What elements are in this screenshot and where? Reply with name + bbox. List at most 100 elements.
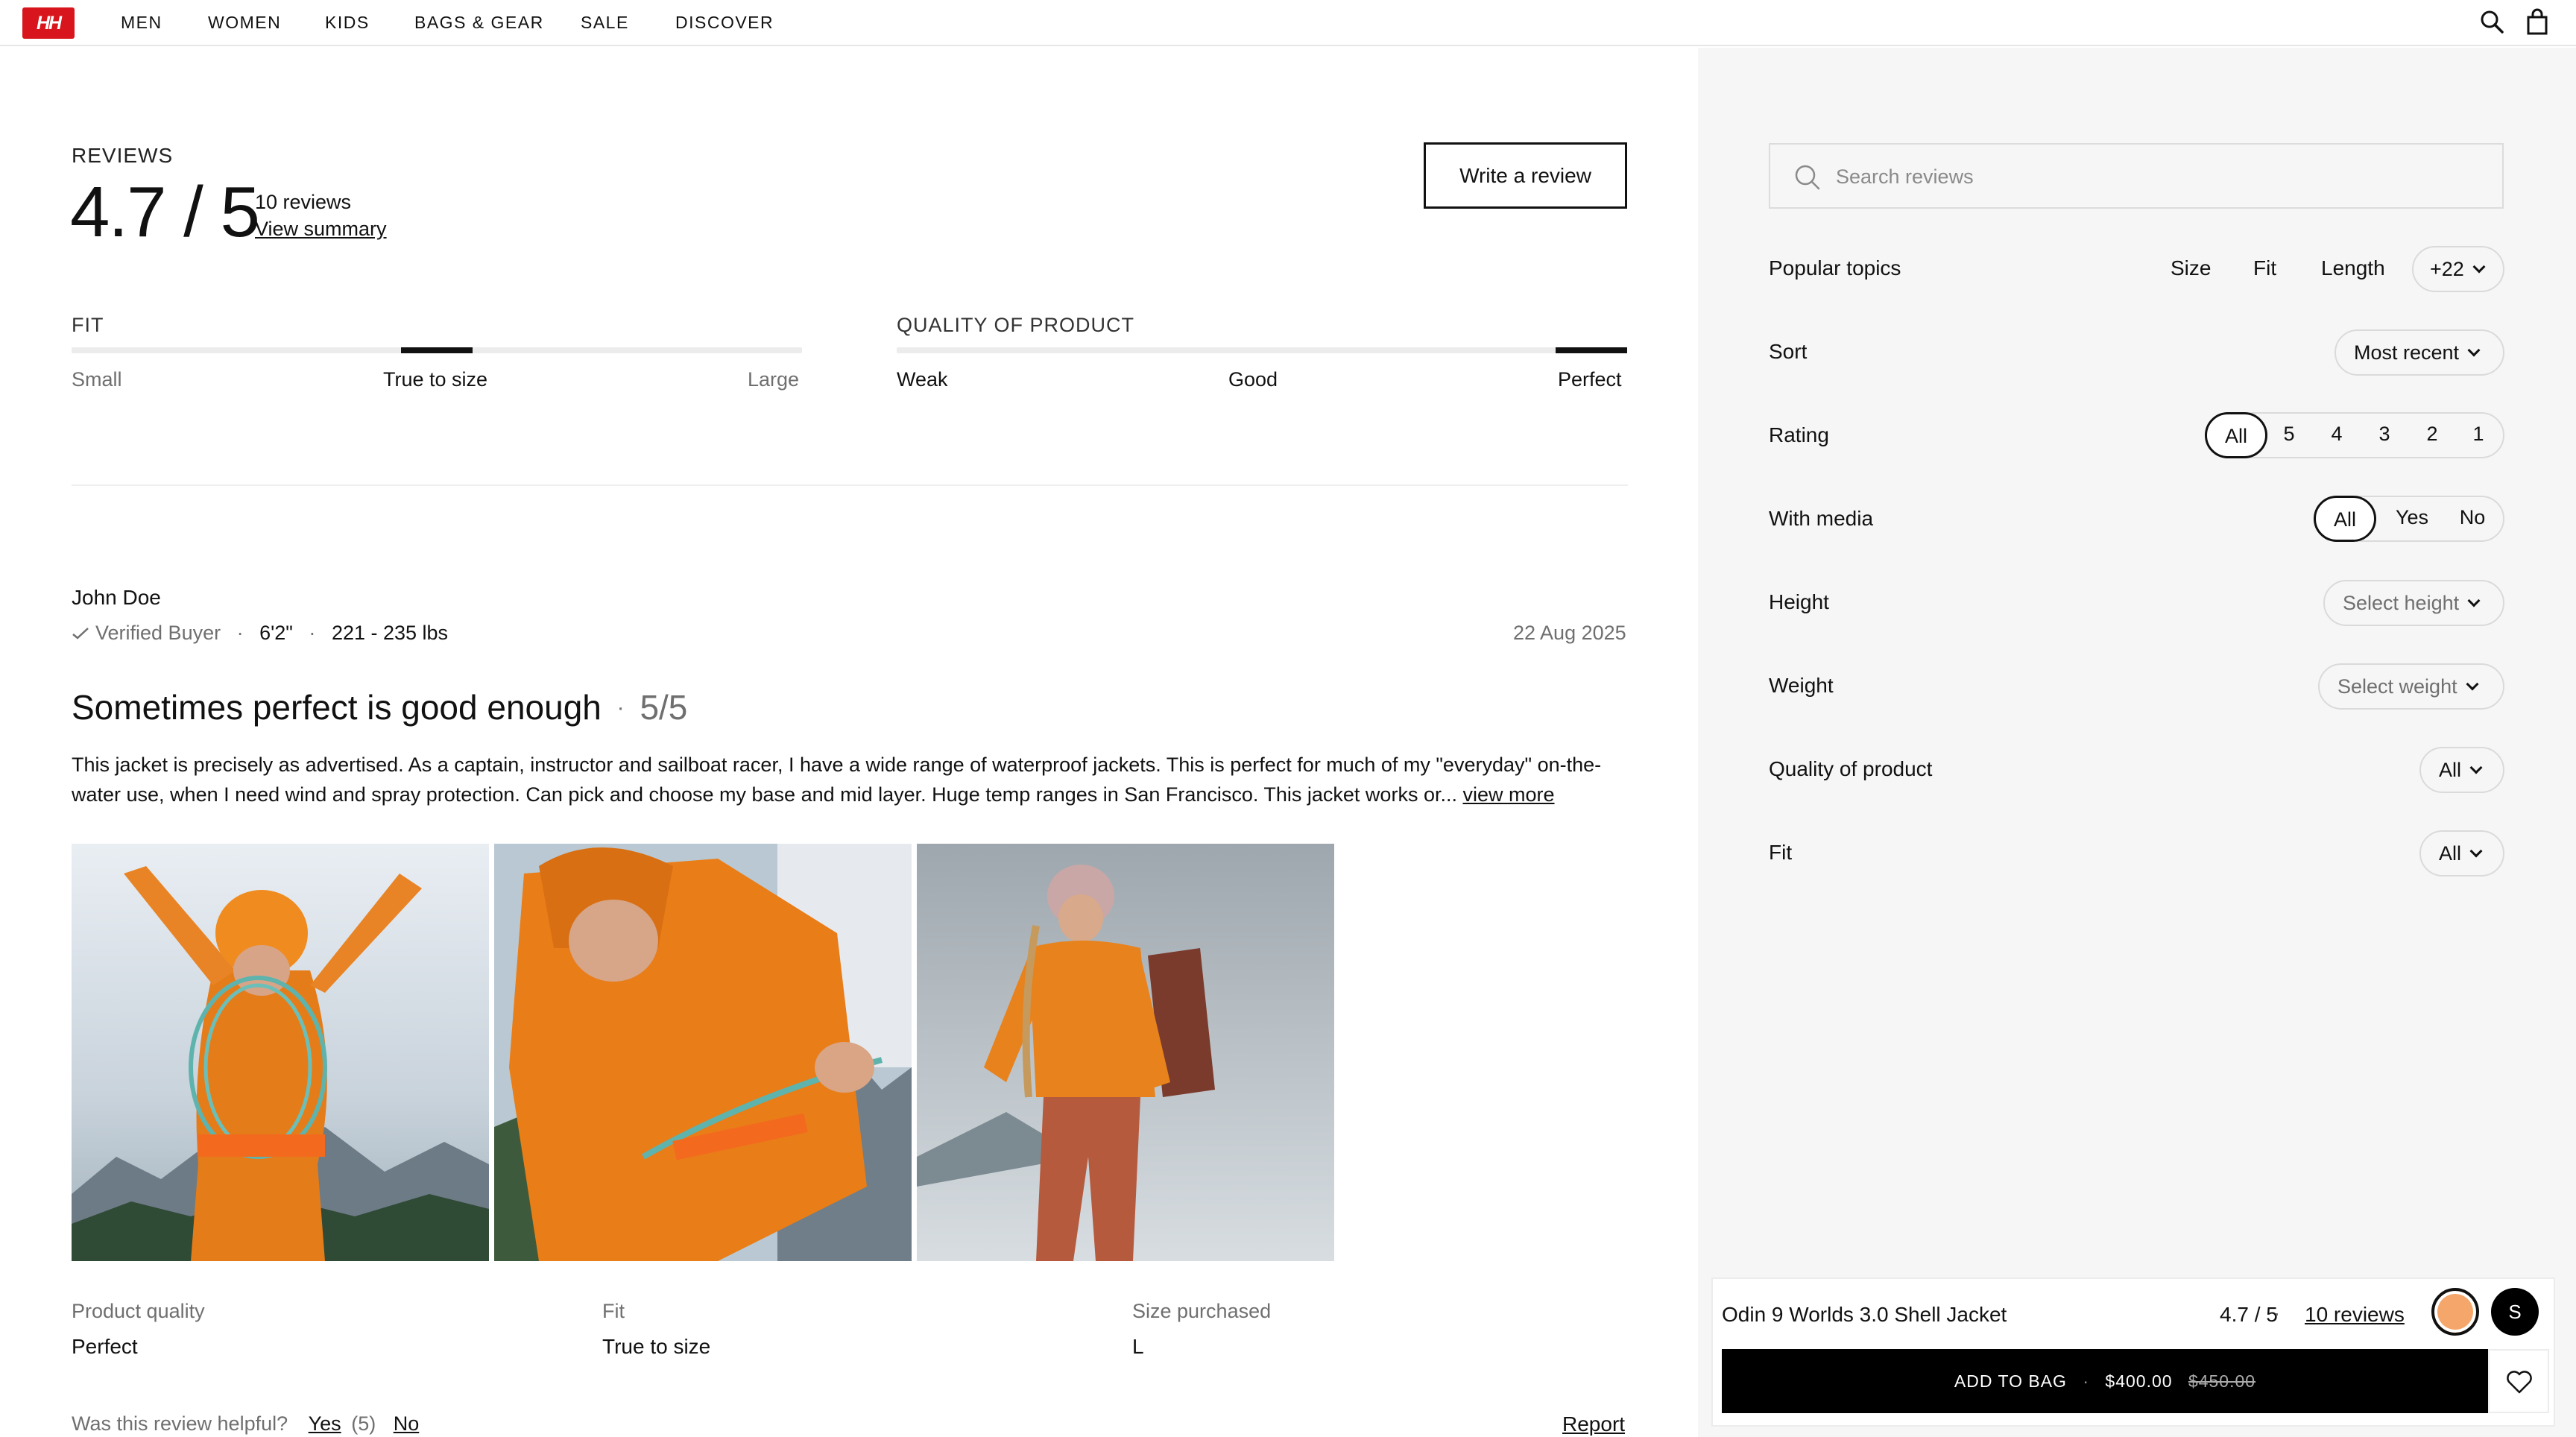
detail-value-fit: True to size — [602, 1335, 711, 1358]
topic-size[interactable]: Size — [2171, 256, 2211, 280]
sticky-rating: 4.7 / 5 — [2220, 1303, 2278, 1326]
search-icon[interactable] — [2478, 7, 2507, 37]
fit-filter-label: Fit — [1769, 841, 1793, 864]
nav-kids[interactable]: KIDS — [325, 12, 370, 33]
add-to-bag-label: ADD TO BAG — [1954, 1371, 2067, 1391]
nav-men[interactable]: MEN — [121, 12, 162, 33]
brand-logo[interactable]: HH — [22, 7, 75, 39]
search-icon — [1795, 165, 1820, 190]
weight-placeholder: Select weight — [2337, 675, 2457, 698]
review-text: This jacket is precisely as advertised. … — [72, 754, 1602, 806]
add-to-bag-button[interactable]: ADD TO BAG · $400.00 $450.00 — [1722, 1349, 2488, 1413]
reviewer-weight: 221 - 235 lbs — [331, 622, 449, 644]
rating-option-5[interactable]: 5 — [2270, 412, 2308, 458]
fit-meter-track — [72, 347, 802, 353]
review-body: This jacket is precisely as advertised. … — [72, 750, 1631, 809]
more-topics-dropdown[interactable]: +22 — [2412, 246, 2504, 292]
review-photo-1[interactable] — [72, 844, 489, 1261]
reviewer-meta: Verified Buyer · 6'2" · 221 - 235 lbs — [72, 622, 448, 645]
view-more-link[interactable]: view more — [1462, 783, 1554, 806]
review-title: Sometimes perfect is good enough — [72, 688, 602, 727]
nav-women[interactable]: WOMEN — [208, 12, 281, 33]
wishlist-button[interactable] — [2488, 1349, 2549, 1413]
fit-filter-dropdown[interactable]: All — [2419, 830, 2504, 877]
weight-dropdown[interactable]: Select weight — [2318, 663, 2504, 710]
verified-buyer-label: Verified Buyer — [95, 622, 221, 644]
rating-option-4[interactable]: 4 — [2318, 412, 2355, 458]
nav-sale[interactable]: SALE — [581, 12, 629, 33]
detail-value-size: L — [1132, 1335, 1144, 1358]
write-review-button[interactable]: Write a review — [1424, 142, 1627, 209]
sort-dropdown[interactable]: Most recent — [2334, 329, 2504, 376]
review-title-row: Sometimes perfect is good enough · 5/5 — [72, 688, 688, 727]
sort-value: Most recent — [2354, 341, 2460, 364]
color-swatch[interactable] — [2431, 1288, 2479, 1336]
quality-filter-label: Quality of product — [1769, 757, 1933, 780]
heart-icon — [2507, 1371, 2532, 1394]
media-option-no[interactable]: No — [2446, 496, 2498, 542]
helpful-yes-link[interactable]: Yes — [309, 1412, 341, 1435]
detail-label-quality: Product quality — [72, 1300, 205, 1322]
quality-label-good: Good — [1228, 368, 1278, 391]
chevron-down-icon — [2469, 844, 2483, 858]
review-date: 22 Aug 2025 — [1513, 622, 1626, 644]
quality-filter-value: All — [2439, 759, 2462, 781]
helpful-no-link[interactable]: No — [394, 1412, 420, 1435]
quality-meter-indicator — [1556, 347, 1627, 353]
nav-bags-gear[interactable]: BAGS & GEAR — [414, 12, 544, 33]
helpful-row: Was this review helpful? Yes (5) No — [72, 1412, 419, 1436]
rating-option-all[interactable]: All — [2205, 412, 2267, 458]
more-topics-label: +22 — [2430, 258, 2464, 280]
height-dropdown[interactable]: Select height — [2323, 580, 2504, 626]
height-placeholder: Select height — [2343, 592, 2460, 614]
detail-value-quality: Perfect — [72, 1335, 138, 1358]
chevron-down-icon — [2466, 678, 2479, 691]
rating-option-1[interactable]: 1 — [2460, 412, 2497, 458]
reviewer-height: 6'2" — [259, 622, 293, 644]
sticky-reviews-link[interactable]: 10 reviews — [2305, 1303, 2405, 1327]
fit-label-small: Small — [72, 368, 122, 391]
top-nav: HH MEN WOMEN KIDS BAGS & GEAR SALE DISCO… — [0, 0, 2576, 46]
report-link[interactable]: Report — [1562, 1412, 1625, 1436]
topic-fit[interactable]: Fit — [2253, 256, 2276, 280]
quality-label-perfect: Perfect — [1558, 368, 1622, 391]
rating-option-3[interactable]: 3 — [2366, 412, 2403, 458]
checkmark-icon — [72, 628, 89, 639]
search-placeholder: Search reviews — [1836, 165, 1974, 188]
chevron-down-icon — [2467, 344, 2481, 357]
quality-filter-dropdown[interactable]: All — [2419, 747, 2504, 793]
fit-meter-title: FIT — [72, 314, 104, 336]
review-count: 10 reviews — [255, 191, 352, 213]
bag-icon[interactable] — [2522, 7, 2552, 37]
search-reviews-input[interactable]: Search reviews — [1769, 143, 2504, 209]
quality-meter-track — [897, 347, 1627, 353]
chevron-down-icon — [2472, 260, 2486, 274]
rating-segmented: All 5 4 3 2 1 — [2205, 412, 2504, 458]
media-option-all[interactable]: All — [2314, 496, 2376, 542]
rating-option-2[interactable]: 2 — [2414, 412, 2451, 458]
media-option-yes[interactable]: Yes — [2384, 496, 2440, 542]
topic-length[interactable]: Length — [2321, 256, 2385, 280]
fit-filter-value: All — [2439, 842, 2462, 865]
helpful-question: Was this review helpful? — [72, 1412, 288, 1435]
reviewer-name: John Doe — [72, 586, 161, 609]
sort-label: Sort — [1769, 340, 1808, 363]
review-score: 5/5 — [640, 688, 688, 727]
size-swatch[interactable]: S — [2491, 1288, 2539, 1336]
fit-label-large: Large — [748, 368, 800, 391]
nav-discover[interactable]: DISCOVER — [675, 12, 774, 33]
view-summary-link[interactable]: View summary — [255, 218, 387, 241]
fit-meter-indicator — [401, 347, 473, 353]
quality-label-weak: Weak — [897, 368, 948, 391]
detail-label-size: Size purchased — [1132, 1300, 1272, 1322]
review-photo-3[interactable] — [917, 844, 1334, 1261]
quality-meter-title: QUALITY OF PRODUCT — [897, 314, 1135, 336]
rating-label: Rating — [1769, 423, 1829, 446]
review-photo-2[interactable] — [494, 844, 912, 1261]
section-divider — [72, 484, 1628, 486]
with-media-label: With media — [1769, 507, 1874, 530]
price-current: $400.00 — [2105, 1371, 2173, 1391]
sticky-product-name: Odin 9 Worlds 3.0 Shell Jacket — [1722, 1303, 2007, 1326]
fit-label-true: True to size — [383, 368, 488, 391]
helpful-yes-count: (5) — [351, 1412, 376, 1435]
